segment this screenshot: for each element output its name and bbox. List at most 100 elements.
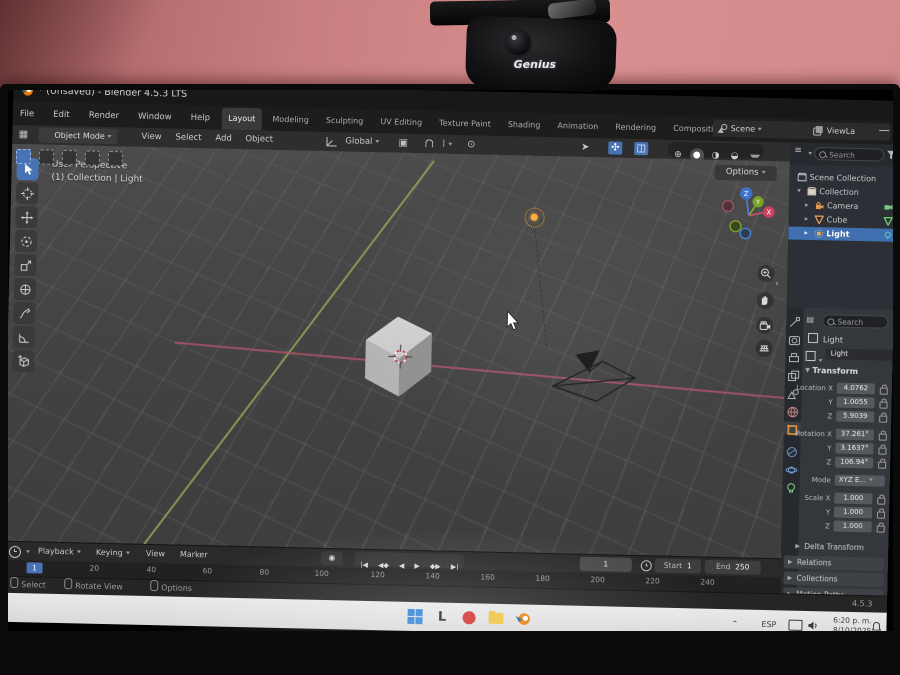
start-frame-field[interactable]: Start 1: [655, 558, 701, 573]
rotation-y-field[interactable]: 3.1637°: [835, 443, 873, 455]
tab-modeling[interactable]: Modeling: [266, 109, 315, 132]
lock-icon[interactable]: [878, 462, 886, 469]
tool-transform[interactable]: [14, 278, 36, 300]
select-mode-set-icon[interactable]: [16, 149, 31, 164]
outliner-row-camera[interactable]: ▸ Camera: [789, 198, 893, 213]
scale-z-field[interactable]: 1.000: [834, 521, 872, 533]
panel-collections[interactable]: ▶ Collections: [783, 571, 883, 586]
menu-playback[interactable]: Playback: [31, 542, 88, 561]
display-tray-icon[interactable]: [786, 617, 803, 631]
select-mode-extend-icon[interactable]: [39, 149, 54, 164]
object-mode-dropdown[interactable]: Object Mode: [38, 127, 118, 144]
location-y-field[interactable]: 1.0055: [836, 397, 874, 409]
lock-icon[interactable]: [879, 416, 887, 423]
tab-layout[interactable]: Layout: [222, 108, 262, 131]
end-frame-field[interactable]: End 250: [705, 560, 761, 575]
tab-output-icon[interactable]: [787, 349, 800, 362]
menu-render[interactable]: Render: [82, 104, 127, 127]
tab-rendering[interactable]: Rendering: [609, 116, 662, 139]
sidebar-collapse-icon[interactable]: ‹: [775, 279, 779, 289]
tool-rotate[interactable]: [15, 230, 37, 252]
navigation-gizmo[interactable]: Z Y X: [716, 182, 781, 247]
menu-keying[interactable]: Keying: [89, 544, 137, 563]
expand-chevron-icon[interactable]: ▸: [805, 213, 809, 226]
tab-animation[interactable]: Animation: [551, 115, 604, 138]
tool-move[interactable]: [15, 206, 37, 228]
scale-x-field[interactable]: 1.000: [834, 493, 872, 505]
expand-chevron-icon[interactable]: ▸: [804, 227, 808, 240]
timeline-editor-icon[interactable]: [9, 546, 21, 558]
rotation-x-field[interactable]: 37.261°: [836, 429, 874, 441]
current-frame-indicator[interactable]: 1: [26, 562, 42, 573]
panel-delta-transform[interactable]: ▶ Delta Transform: [791, 540, 884, 555]
menu-add[interactable]: Add: [208, 129, 239, 149]
location-z-field[interactable]: 5.9039: [836, 411, 874, 423]
lock-icon[interactable]: [877, 526, 885, 533]
tray-expand-icon[interactable]: ⌃: [731, 609, 738, 631]
editor-type-icon[interactable]: ▦: [16, 128, 30, 141]
filter-icon[interactable]: [887, 151, 893, 160]
minimize-button[interactable]: —: [878, 120, 889, 140]
outliner-row-cube[interactable]: ▸ Cube: [789, 212, 893, 227]
proportional-editing-icon[interactable]: ⊙: [464, 138, 478, 151]
tab-render-icon[interactable]: [788, 331, 801, 344]
lock-icon[interactable]: [878, 448, 886, 455]
snap-magnet-icon[interactable]: [424, 137, 434, 150]
location-x-field[interactable]: 4.0762: [837, 383, 875, 395]
object-name-field[interactable]: Light: [826, 348, 893, 361]
select-mode-intersect-icon[interactable]: [108, 151, 123, 166]
tab-view-layer-icon[interactable]: [787, 367, 800, 380]
expand-chevron-icon[interactable]: ▸: [805, 199, 809, 212]
tool-add-cube[interactable]: [12, 350, 34, 372]
rotation-mode-dropdown[interactable]: XYZ E...: [835, 475, 885, 487]
camera-object[interactable]: [546, 346, 637, 406]
taskbar-app-record-icon[interactable]: [460, 609, 477, 626]
pivot-point-dropdown[interactable]: ▣: [396, 137, 410, 150]
select-mode-invert-icon[interactable]: [85, 150, 100, 165]
scale-y-field[interactable]: 1.000: [834, 507, 872, 519]
expand-chevron-icon[interactable]: ▾: [797, 185, 801, 198]
orientation-dropdown[interactable]: Global: [338, 132, 387, 152]
properties-search[interactable]: Search: [822, 314, 888, 328]
tab-sculpting[interactable]: Sculpting: [320, 110, 370, 133]
volume-icon[interactable]: [804, 617, 821, 631]
taskbar-app-l-icon[interactable]: L: [433, 608, 450, 625]
lock-icon[interactable]: [879, 434, 887, 441]
language-indicator[interactable]: ESP: [761, 610, 777, 631]
outliner-search[interactable]: Search: [814, 147, 884, 162]
viewport-canvas[interactable]: User Perspective (1) Collection | Light: [8, 144, 790, 559]
menu-object[interactable]: Object: [238, 130, 280, 150]
light-object[interactable]: [524, 207, 544, 227]
tab-shading[interactable]: Shading: [502, 114, 547, 137]
menu-window[interactable]: Window: [131, 106, 179, 129]
start-button[interactable]: [406, 608, 423, 625]
show-gizmo-dropdown[interactable]: ➤: [578, 141, 592, 154]
outliner-row-light[interactable]: ▸ Light: [788, 226, 893, 241]
overlays-toggle[interactable]: ✣: [608, 141, 622, 154]
menu-file[interactable]: File: [13, 103, 42, 126]
tool-scale[interactable]: [14, 254, 36, 276]
current-frame-field[interactable]: 1: [580, 557, 632, 572]
file-explorer-icon[interactable]: [487, 610, 504, 627]
menu-select[interactable]: Select: [168, 128, 209, 148]
tool-cursor[interactable]: [16, 182, 38, 204]
outliner-row-scene-collection[interactable]: Scene Collection: [789, 170, 893, 185]
transform-panel-header[interactable]: ▼ Transform: [805, 366, 858, 376]
lock-icon[interactable]: [879, 402, 887, 409]
lock-icon[interactable]: [880, 388, 888, 395]
tab-uv-editing[interactable]: UV Editing: [374, 111, 428, 134]
notification-bell-icon[interactable]: [867, 618, 884, 631]
blender-taskbar-icon[interactable]: [514, 610, 531, 627]
tool-measure[interactable]: [13, 326, 35, 348]
lock-icon[interactable]: [877, 512, 885, 519]
clock-tray[interactable]: 6:20 p. m. 8/10/2025: [821, 615, 871, 631]
outliner-row-collection[interactable]: ▾ Collection: [789, 184, 893, 199]
panel-relations[interactable]: ▶ Relations: [784, 555, 884, 570]
menu-marker[interactable]: Marker: [173, 546, 215, 565]
scene-selector[interactable]: Scene: [713, 120, 817, 139]
tab-texture-paint[interactable]: Texture Paint: [433, 112, 497, 135]
display-mode-icon[interactable]: ≡: [794, 146, 802, 156]
tool-annotate[interactable]: [13, 302, 35, 324]
rotation-z-field[interactable]: 106.94°: [835, 457, 873, 469]
properties-display-icon[interactable]: ▤: [806, 315, 814, 324]
